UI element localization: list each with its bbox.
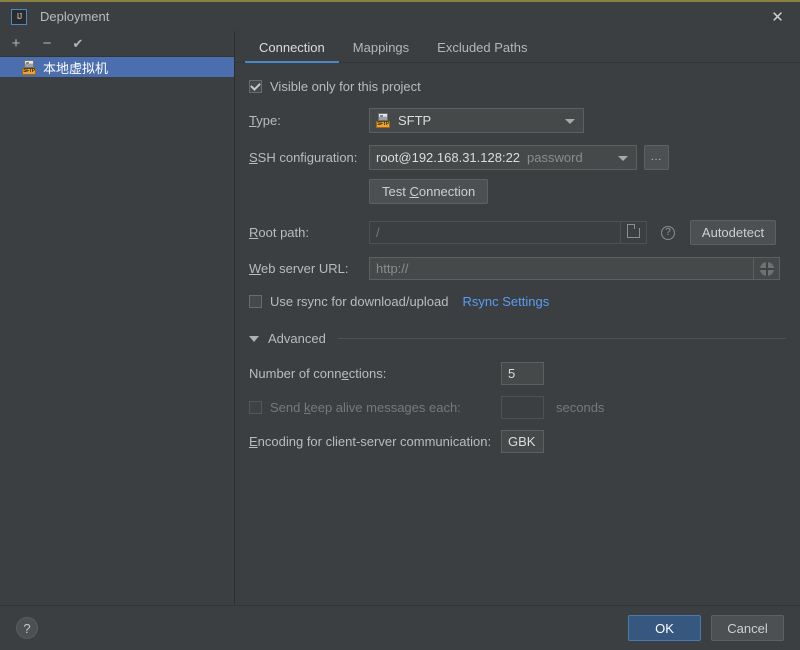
advanced-section-header: Advanced	[249, 331, 786, 346]
web-server-url-row: Web server URL: http://	[249, 257, 786, 280]
root-path-label: Root path:	[249, 225, 309, 240]
test-connection-row: Test Connection	[249, 179, 786, 204]
number-of-connections-row: Number of connections: 5	[249, 362, 786, 385]
autodetect-button[interactable]: Autodetect	[690, 220, 776, 245]
chevron-down-icon	[565, 118, 575, 124]
web-server-url-input[interactable]: http://	[369, 257, 754, 280]
close-icon[interactable]: ✕	[755, 2, 800, 31]
sftp-tag-label: SFTP	[22, 67, 36, 75]
tab-excluded-paths[interactable]: Excluded Paths	[423, 40, 541, 62]
deployment-servers-sidebar: + − ✔ SFTP 本地虚拟机	[0, 31, 235, 607]
remove-server-icon[interactable]: −	[38, 35, 56, 53]
rsync-row: Use rsync for download/upload Rsync Sett…	[249, 294, 786, 309]
sidebar-toolbar: + − ✔	[0, 31, 234, 57]
number-of-connections-value: 5	[508, 366, 516, 381]
type-value: SFTP	[398, 113, 432, 128]
set-default-server-icon[interactable]: ✔	[69, 35, 87, 53]
dialog-footer: ? OK Cancel	[0, 605, 800, 650]
rsync-label: Use rsync for download/upload	[270, 294, 449, 309]
title-bar: IJ Deployment ✕	[0, 2, 800, 31]
rsync-checkbox[interactable]	[249, 295, 262, 308]
root-path-value: /	[376, 225, 380, 240]
root-path-browse-button[interactable]	[621, 221, 647, 244]
add-server-icon[interactable]: +	[7, 35, 25, 53]
web-server-url-label: Web server URL:	[249, 261, 349, 276]
server-list: SFTP 本地虚拟机	[0, 57, 234, 77]
type-label: Type:	[249, 113, 281, 128]
dialog-actions: OK Cancel	[628, 615, 784, 641]
keep-alive-input[interactable]	[501, 396, 544, 419]
ssh-configuration-combo[interactable]: root@192.168.31.128:22 password	[369, 145, 637, 170]
cancel-button[interactable]: Cancel	[711, 615, 784, 641]
root-path-row: Root path: / ? Autodetect	[249, 220, 786, 245]
tab-connection[interactable]: Connection	[245, 40, 339, 63]
ssh-configuration-row: SSH configuration: root@192.168.31.128:2…	[249, 145, 786, 170]
intellij-logo-icon: IJ	[11, 8, 27, 25]
chevron-down-icon	[618, 155, 628, 161]
type-combo[interactable]: SFTP SFTP	[369, 108, 584, 133]
sftp-type-tag: SFTP	[376, 121, 390, 128]
keep-alive-label: Send keep alive messages each:	[270, 400, 461, 415]
sftp-server-icon: SFTP	[22, 59, 37, 75]
keep-alive-unit-label: seconds	[556, 400, 605, 415]
sftp-type-icon: SFTP	[376, 113, 391, 128]
tab-bar: Connection Mappings Excluded Paths	[236, 31, 800, 63]
root-path-input[interactable]: /	[369, 221, 621, 244]
globe-icon	[759, 261, 774, 276]
type-row: Type: SFTP SFTP	[249, 108, 786, 133]
number-of-connections-label: Number of connections:	[249, 366, 387, 381]
ssh-configuration-value: root@192.168.31.128:22	[376, 150, 521, 165]
visible-only-label: Visible only for this project	[270, 79, 421, 94]
chevron-down-icon[interactable]	[249, 335, 259, 342]
keep-alive-row: Send keep alive messages each: seconds	[249, 396, 786, 419]
tab-mappings[interactable]: Mappings	[339, 40, 423, 62]
ssh-browse-button[interactable]: ...	[644, 145, 669, 170]
visible-only-checkbox[interactable]	[249, 80, 262, 93]
encoding-value: GBK	[508, 434, 536, 449]
visible-only-row: Visible only for this project	[249, 79, 786, 94]
keep-alive-checkbox[interactable]	[249, 401, 262, 414]
encoding-input[interactable]: GBK	[501, 430, 544, 453]
number-of-connections-input[interactable]: 5	[501, 362, 544, 385]
ok-button[interactable]: OK	[628, 615, 701, 641]
encoding-row: Encoding for client-server communication…	[249, 430, 786, 453]
rsync-settings-link[interactable]: Rsync Settings	[463, 294, 550, 309]
window-title: Deployment	[40, 9, 110, 24]
help-button[interactable]: ?	[16, 617, 38, 639]
deployment-dialog: IJ Deployment ✕ + − ✔ SFTP 本地虚拟机 Connect…	[0, 0, 800, 650]
sidebar-item-local-vm[interactable]: SFTP 本地虚拟机	[0, 57, 234, 77]
root-path-help-icon[interactable]: ?	[661, 225, 675, 240]
ssh-auth-type: password	[527, 150, 583, 165]
web-server-url-open-button[interactable]	[754, 257, 780, 280]
main-panel: Connection Mappings Excluded Paths Visib…	[236, 31, 800, 607]
web-server-url-value: http://	[376, 261, 409, 276]
test-connection-button[interactable]: Test Connection	[369, 179, 489, 204]
advanced-label: Advanced	[268, 331, 326, 346]
sidebar-item-label: 本地虚拟机	[43, 60, 109, 76]
encoding-label: Encoding for client-server communication…	[249, 434, 492, 449]
ssh-configuration-label: SSH configuration:	[249, 150, 358, 165]
connection-form: Visible only for this project Type: SFTP…	[236, 63, 800, 453]
separator-line	[337, 338, 786, 339]
folder-icon	[627, 223, 640, 238]
